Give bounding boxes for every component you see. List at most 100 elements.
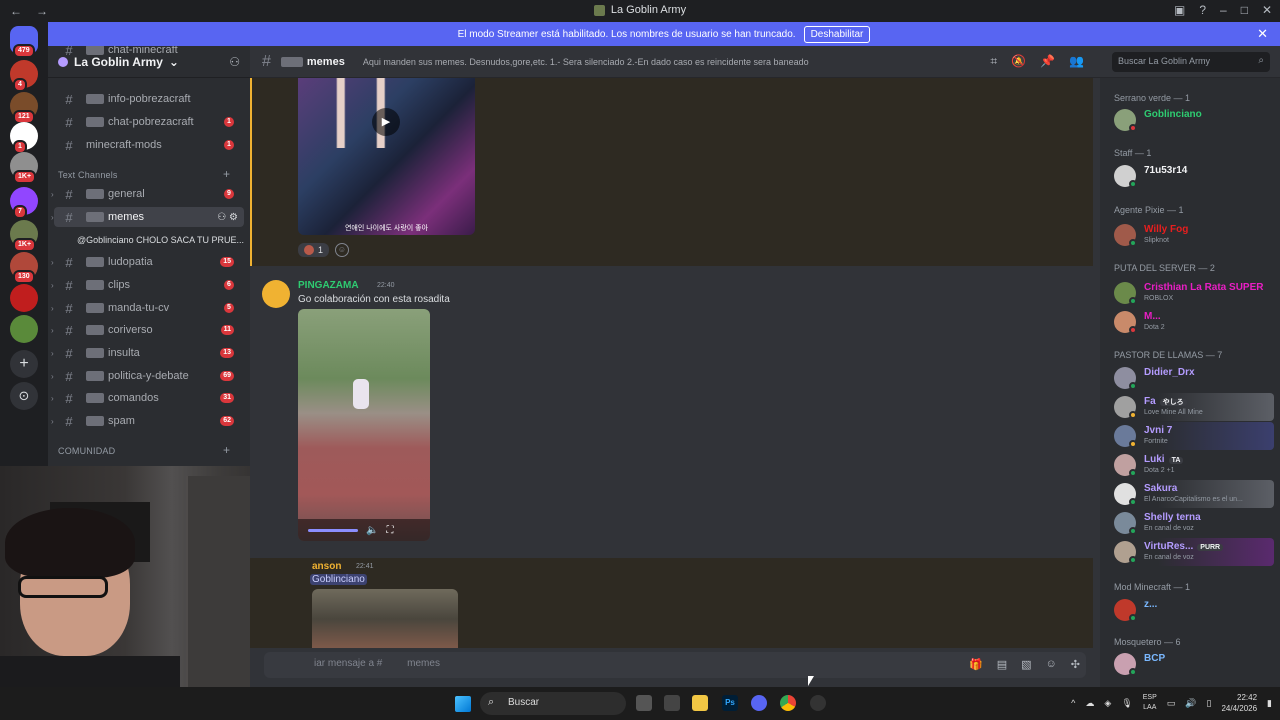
video-attachment[interactable]: 🔈 ⛶ bbox=[298, 309, 430, 541]
status-indicator bbox=[1129, 469, 1137, 477]
message-author[interactable]: PINGAZAMA bbox=[298, 280, 359, 291]
inbox-icon[interactable]: ▣ bbox=[1174, 3, 1185, 17]
member-item[interactable]: 71u53r14 bbox=[1108, 162, 1274, 190]
add-channel-icon[interactable]: + bbox=[223, 167, 230, 181]
battery-icon[interactable]: ▯ bbox=[1207, 698, 1212, 709]
member-item[interactable]: Jvni 7 Fortnite bbox=[1108, 422, 1274, 450]
gift-icon[interactable]: 🎁 bbox=[969, 658, 983, 671]
add-channel-icon[interactable]: + bbox=[223, 443, 230, 457]
channel-item[interactable]: # chat-pobrezacraft 1 bbox=[54, 112, 244, 132]
thread-item[interactable]: @Goblinciano CHOLO SACA TU PRUE... bbox=[77, 235, 244, 245]
minimize-button[interactable]: – bbox=[1220, 3, 1227, 17]
obs-icon[interactable] bbox=[810, 695, 826, 711]
start-button[interactable] bbox=[455, 696, 471, 712]
member-list-icon[interactable]: 👥 bbox=[1069, 54, 1084, 69]
disable-streamer-button[interactable]: Deshabilitar bbox=[803, 25, 871, 43]
discover-icon[interactable]: ⊙ bbox=[10, 382, 38, 410]
member-item[interactable]: Luki TA Dota 2 +1 bbox=[1108, 451, 1274, 479]
member-item[interactable]: Willy Fog Slipknot bbox=[1108, 221, 1274, 249]
title-bar: ← → La Goblin Army ▣ ? – □ ✕ bbox=[0, 0, 1280, 22]
window-controls: ▣ ? – □ ✕ bbox=[1174, 3, 1272, 17]
network-icon[interactable]: ▭ bbox=[1167, 698, 1176, 709]
channel-item[interactable]: › # comandos 31 bbox=[51, 388, 244, 408]
channel-item[interactable]: › # politica-y-debate 69 bbox=[51, 366, 244, 386]
member-name-row: Didier_Drx bbox=[1144, 367, 1195, 378]
volume-icon[interactable]: 🔊 bbox=[1185, 698, 1196, 709]
category-comunidad[interactable]: COMUNIDAD + bbox=[58, 443, 230, 457]
volume-icon[interactable]: 🔈 bbox=[366, 525, 378, 536]
channel-item[interactable]: › # manda-tu-cv 5 bbox=[51, 298, 244, 318]
member-item[interactable]: z... bbox=[1108, 596, 1274, 624]
server-icon[interactable] bbox=[10, 315, 38, 343]
member-item[interactable]: Shelly terna En canal de voz bbox=[1108, 509, 1274, 537]
member-item[interactable]: Sakura El AnarcoCapitalismo es el un... bbox=[1108, 480, 1274, 508]
channel-topic[interactable]: Aqui manden sus memes. Desnudos,gore,etc… bbox=[363, 57, 809, 67]
shield-icon[interactable]: ◈ bbox=[1104, 698, 1111, 709]
member-name-row: Cristhian La Rata SUPER bbox=[1144, 282, 1263, 293]
member-item[interactable]: Didier_Drx bbox=[1108, 364, 1274, 392]
file-explorer-icon[interactable] bbox=[692, 695, 708, 711]
discord-icon[interactable] bbox=[751, 695, 767, 711]
close-icon[interactable]: ✕ bbox=[1257, 26, 1268, 42]
onedrive-icon[interactable]: ☁ bbox=[1085, 698, 1094, 709]
chrome-icon[interactable] bbox=[780, 695, 796, 711]
mic-icon[interactable]: 🎙 bbox=[1121, 698, 1132, 709]
channel-item[interactable]: # info-pobrezacraft bbox=[54, 89, 244, 109]
channel-item[interactable]: › # coriverso 11 bbox=[51, 320, 244, 340]
channel-item[interactable]: › # ludopatia 15 bbox=[51, 252, 244, 272]
emoji-icon[interactable]: ☺ bbox=[1046, 658, 1057, 671]
member-item[interactable]: Fa やしろ Love Mine All Mine bbox=[1108, 393, 1274, 421]
clock[interactable]: 22:42 24/4/2026 bbox=[1221, 692, 1257, 714]
member-item[interactable]: Cristhian La Rata SUPER ROBLOX bbox=[1108, 279, 1274, 307]
channel-item[interactable]: › # clips 6 bbox=[51, 275, 244, 295]
category-text-channels[interactable]: Text Channels + bbox=[58, 167, 230, 181]
gif-icon[interactable]: ▤ bbox=[997, 658, 1007, 671]
server-icon[interactable] bbox=[10, 284, 38, 312]
notifications-icon[interactable]: ▮ bbox=[1267, 698, 1272, 709]
member-item[interactable]: VirtuRes... PURR En canal de voz bbox=[1108, 538, 1274, 566]
member-item[interactable]: Goblinciano bbox=[1108, 106, 1274, 134]
message-text: Go colaboración con esta rosadita bbox=[298, 294, 450, 305]
volume-slider[interactable] bbox=[308, 528, 358, 532]
taskbar-search[interactable]: ⌕ Buscar bbox=[480, 692, 626, 715]
app-icon[interactable] bbox=[664, 695, 680, 711]
fullscreen-icon[interactable]: ⛶ bbox=[386, 525, 393, 536]
photoshop-icon[interactable]: Ps bbox=[722, 695, 738, 711]
hash-icon: # bbox=[65, 368, 73, 384]
mute-bell-icon[interactable]: 🔕 bbox=[1011, 54, 1026, 69]
channel-name: general bbox=[108, 188, 145, 200]
channel-item[interactable]: › # general 9 bbox=[51, 184, 244, 204]
hash-icon: # bbox=[65, 46, 73, 58]
channel-item[interactable]: › # spam 62 bbox=[51, 411, 244, 431]
chevron-up-icon[interactable]: ^ bbox=[1071, 698, 1075, 708]
task-view-icon[interactable] bbox=[636, 695, 652, 711]
search-icon: ⌕ bbox=[488, 696, 495, 708]
input-language[interactable]: ESP LAA bbox=[1143, 693, 1157, 713]
help-icon[interactable]: ? bbox=[1199, 3, 1206, 17]
message-input[interactable]: iar mensaje a # memes bbox=[264, 652, 1086, 678]
reaction-pill[interactable]: 1 bbox=[298, 243, 330, 257]
member-group-header: Serrano verde — 1 bbox=[1114, 93, 1191, 103]
play-icon[interactable]: ▶ bbox=[372, 108, 400, 136]
search-input[interactable]: Buscar La Goblin Army ⌕ bbox=[1112, 52, 1270, 72]
add-server-icon[interactable]: + bbox=[10, 350, 38, 378]
member-item[interactable]: BCP bbox=[1108, 650, 1274, 678]
channel-settings-icon[interactable]: ⚇ ⚙ bbox=[217, 212, 238, 223]
pin-icon[interactable]: 📌 bbox=[1040, 54, 1055, 69]
video-attachment[interactable]: ▶ 연애인 나이에도 사랑이 좋아 bbox=[298, 78, 475, 235]
channel-item[interactable]: › # insulta 13 bbox=[51, 343, 244, 363]
add-reaction-icon[interactable]: ☺ bbox=[335, 243, 350, 257]
apps-icon[interactable]: ✣ bbox=[1071, 658, 1080, 671]
image-attachment[interactable] bbox=[312, 589, 458, 648]
close-window-button[interactable]: ✕ bbox=[1262, 3, 1272, 17]
maximize-button[interactable]: □ bbox=[1241, 3, 1248, 17]
member-item[interactable]: M... Dota 2 bbox=[1108, 308, 1274, 336]
threads-icon[interactable]: ⌗ bbox=[990, 54, 997, 69]
channel-item[interactable]: # minecraft-mods 1 bbox=[54, 135, 244, 155]
avatar[interactable] bbox=[262, 280, 290, 308]
sticker-icon[interactable]: ▧ bbox=[1021, 658, 1031, 671]
message-author[interactable]: anson bbox=[312, 561, 341, 572]
channel-item[interactable]: › # memes ⚇ ⚙ bbox=[51, 207, 244, 227]
channel-item[interactable]: # chat-minecraft bbox=[54, 46, 244, 60]
user-mention[interactable]: Goblinciano bbox=[310, 574, 367, 585]
